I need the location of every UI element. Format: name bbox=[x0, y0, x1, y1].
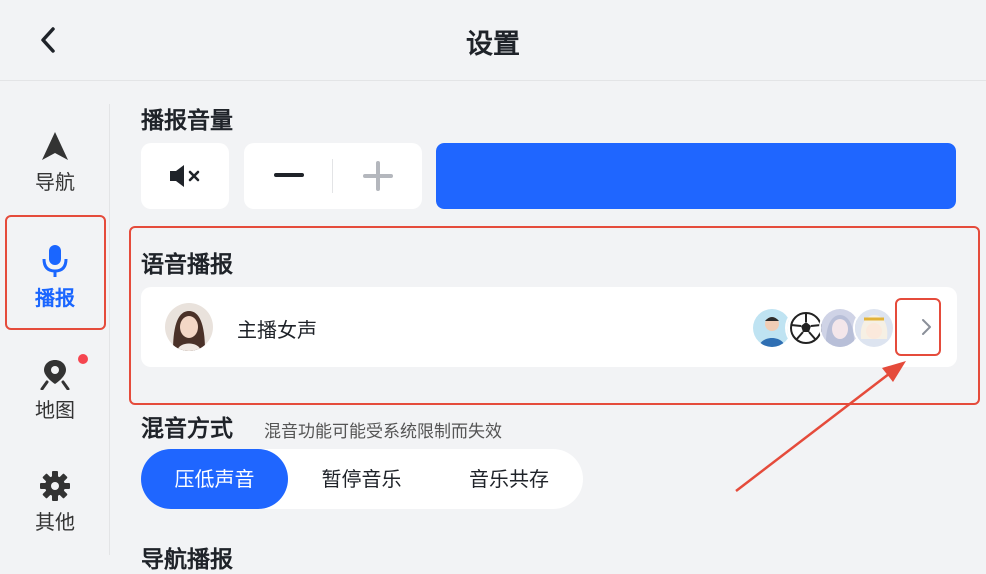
mix-mode-selector: 压低声音 暂停音乐 音乐共存 bbox=[141, 449, 583, 509]
mix-option-coexist[interactable]: 音乐共存 bbox=[435, 449, 583, 509]
mix-option-lower-volume[interactable]: 压低声音 bbox=[141, 449, 288, 509]
mix-hint: 混音功能可能受系统限制而失效 bbox=[264, 422, 502, 442]
nav-broadcast-section-title: 导航播报 bbox=[141, 547, 233, 573]
mix-option-pause-music[interactable]: 暂停音乐 bbox=[288, 449, 435, 509]
mix-section-title: 混音方式 bbox=[141, 416, 233, 442]
